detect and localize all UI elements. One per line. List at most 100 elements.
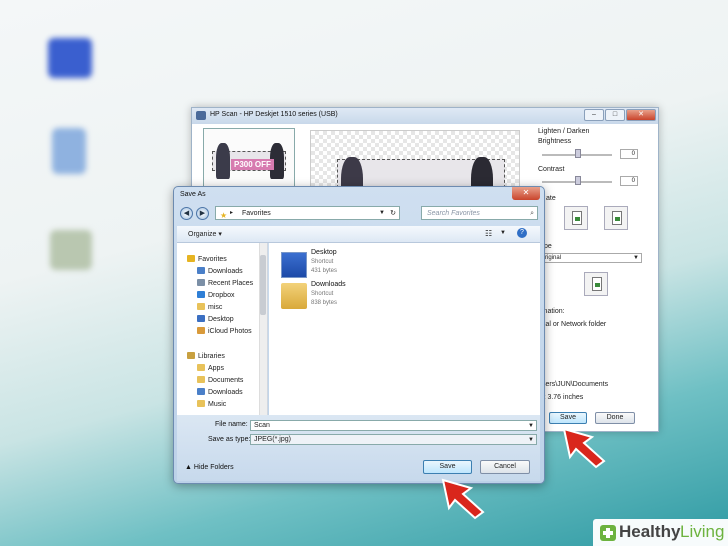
desktop-icon-blurred-3[interactable] [50,230,92,270]
save-as-type-select[interactable]: JPEG(*.jpg) ▼ [250,434,537,445]
nav-item[interactable]: Dropbox [197,291,234,301]
nav-item-icon [197,291,205,298]
brightness-value[interactable]: 0 [620,149,638,159]
nav-item-icon [197,315,205,322]
refresh-icon[interactable]: ↻ [390,207,396,220]
nav-item-label: Downloads [208,268,243,275]
nav-item-label: iCloud Photos [208,328,252,335]
organize-label: Organize [188,231,217,238]
nav-item-icon [187,352,195,359]
organize-menu[interactable]: Organize ▾ [188,230,222,238]
nav-scrollbar-thumb[interactable] [260,255,266,315]
file-name-desktop[interactable]: Desktop [311,249,337,256]
save-as-type-dropdown-icon[interactable]: ▼ [528,435,534,445]
contrast-value[interactable]: 0 [620,176,638,186]
type-select[interactable]: riginal ▼ [542,253,642,263]
desktop-folder-icon[interactable] [281,252,307,278]
nav-item-icon [197,388,205,395]
file-name-value: Scan [254,422,270,429]
contrast-slider-knob[interactable] [575,176,581,185]
nav-item-label: Libraries [198,353,225,360]
file-name-input[interactable]: Scan ▼ [250,420,537,431]
nav-item-label: Favorites [198,256,227,263]
arrow-to-hp-save-icon [562,427,606,469]
nav-item-icon [197,267,205,274]
healthy-living-watermark: Healthy Living [593,519,728,546]
search-input[interactable]: Search Favorites ⌕ [421,206,538,220]
nav-item[interactable]: Music [197,400,226,410]
nav-item[interactable]: Favorites [187,255,227,265]
file-list-pane: Desktop Shortcut 431 bytes Downloads Sho… [269,243,540,415]
nav-item-label: Recent Places [208,280,254,287]
hp-scan-title: HP Scan - HP Deskjet 1510 series (USB) [210,111,338,118]
minimize-button[interactable]: – [584,109,604,121]
scan-size-text: x 3.76 inches [542,394,584,401]
destination-value: cal or Network folder [542,321,607,328]
rotate-left-button[interactable] [564,206,588,230]
desktop-icon-blurred-2[interactable] [52,128,86,174]
nav-scrollbar[interactable] [259,243,267,415]
nav-item-label: Downloads [208,389,243,396]
save-as-type-value: JPEG(*.jpg) [254,436,291,443]
address-breadcrumb: Favorites [242,210,271,217]
chevron-down-icon: ▼ [633,255,639,261]
nav-item-label: Desktop [208,316,234,323]
brightness-label: Brightness [538,138,572,145]
downloads-folder-icon[interactable] [281,283,307,309]
nav-item[interactable]: Libraries [187,352,225,362]
file-type-desktop: Shortcut [311,259,334,265]
file-name-label: File name: [215,421,248,428]
scan-type-picture-icon[interactable] [584,272,608,296]
brightness-slider-knob[interactable] [575,149,581,158]
type-label: pe [544,243,552,250]
back-button[interactable]: ◀ [180,207,193,220]
arrow-to-dialog-save-icon [441,478,485,520]
dialog-toolbar: Organize ▾ ☷ ▼ ? [177,226,540,243]
search-icon[interactable]: ⌕ [530,207,534,220]
nav-item[interactable]: misc [197,303,222,313]
file-size-desktop: 431 bytes [311,268,338,274]
close-button[interactable]: ✕ [626,109,656,121]
dialog-cancel-button[interactable]: Cancel [480,460,530,474]
view-dropdown-icon[interactable]: ▼ [500,230,506,236]
save-as-type-label: Save as type: [208,436,251,443]
desktop-icon-blurred-1[interactable] [48,38,92,78]
dialog-save-button[interactable]: Save [423,460,472,474]
hide-folders-label: Hide Folders [193,464,234,471]
forward-button[interactable]: ▶ [196,207,209,220]
navigation-pane: Favorites Downloads Recent Places Dropbox mi… [177,243,268,415]
nav-item-label: Apps [208,365,224,372]
nav-item[interactable]: Recent Places [197,279,253,289]
address-bar[interactable]: ★ ▸ Favorites ▼ ↻ [215,206,400,220]
address-dropdown-icon[interactable]: ▼ [379,207,385,220]
dialog-close-button[interactable]: ✕ [512,187,540,200]
nav-item-label: Documents [208,377,244,384]
nav-item[interactable]: Downloads [197,388,243,398]
contrast-label: Contrast [538,166,565,173]
nav-item-label: Music [208,401,227,408]
file-name-downloads[interactable]: Downloads [311,281,346,288]
nav-item-label: Dropbox [208,292,235,299]
nav-item[interactable]: Downloads [197,267,243,277]
view-options-icon[interactable]: ☷ [485,229,492,238]
nav-item[interactable]: Documents [197,376,243,386]
maximize-button[interactable]: □ [605,109,625,121]
watermark-text-healthy: Healthy [619,522,681,541]
nav-item[interactable]: iCloud Photos [197,327,252,337]
help-icon[interactable]: ? [517,228,527,238]
nav-item-icon [197,376,205,383]
destination-label: ination: [542,308,565,315]
nav-item-icon [197,303,205,310]
hide-folders-toggle[interactable]: ▲ Hide Folders [185,464,234,471]
scan-thumbnail-pane[interactable]: P300 OFF [203,128,295,190]
file-type-downloads: Shortcut [311,291,334,297]
rotate-right-button[interactable] [604,206,628,230]
watermark-text-living: Living [680,522,725,541]
nav-item-icon [197,279,205,286]
type-select-value: riginal [545,255,562,261]
nav-item[interactable]: Apps [197,364,224,374]
nav-item[interactable]: Desktop [197,315,234,325]
file-name-dropdown-icon[interactable]: ▼ [528,421,534,431]
healthy-living-logo-icon [600,525,616,541]
search-placeholder: Search Favorites [427,210,480,217]
